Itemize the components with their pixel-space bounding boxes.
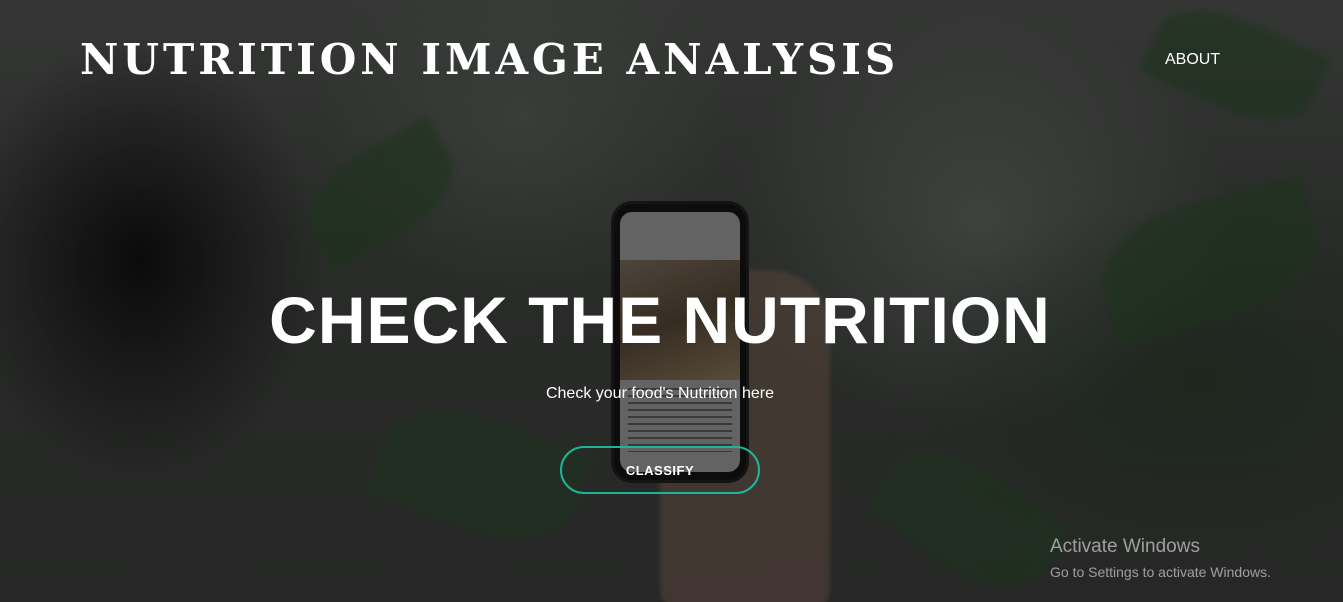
nav-about-link[interactable]: ABOUT xyxy=(1165,51,1220,69)
brand-logo[interactable]: NUTRITION IMAGE ANALYSIS xyxy=(80,36,899,84)
activate-windows-watermark: Activate Windows Go to Settings to activ… xyxy=(1050,536,1271,582)
watermark-title: Activate Windows xyxy=(1050,536,1200,557)
watermark-subtitle: Go to Settings to activate Windows. xyxy=(1050,564,1271,580)
hero-subtitle: Check your food's Nutrition here xyxy=(545,385,775,402)
classify-button[interactable]: CLASSIFY xyxy=(560,446,760,494)
hero-title: CHECK THE NUTRITION xyxy=(269,283,1051,357)
